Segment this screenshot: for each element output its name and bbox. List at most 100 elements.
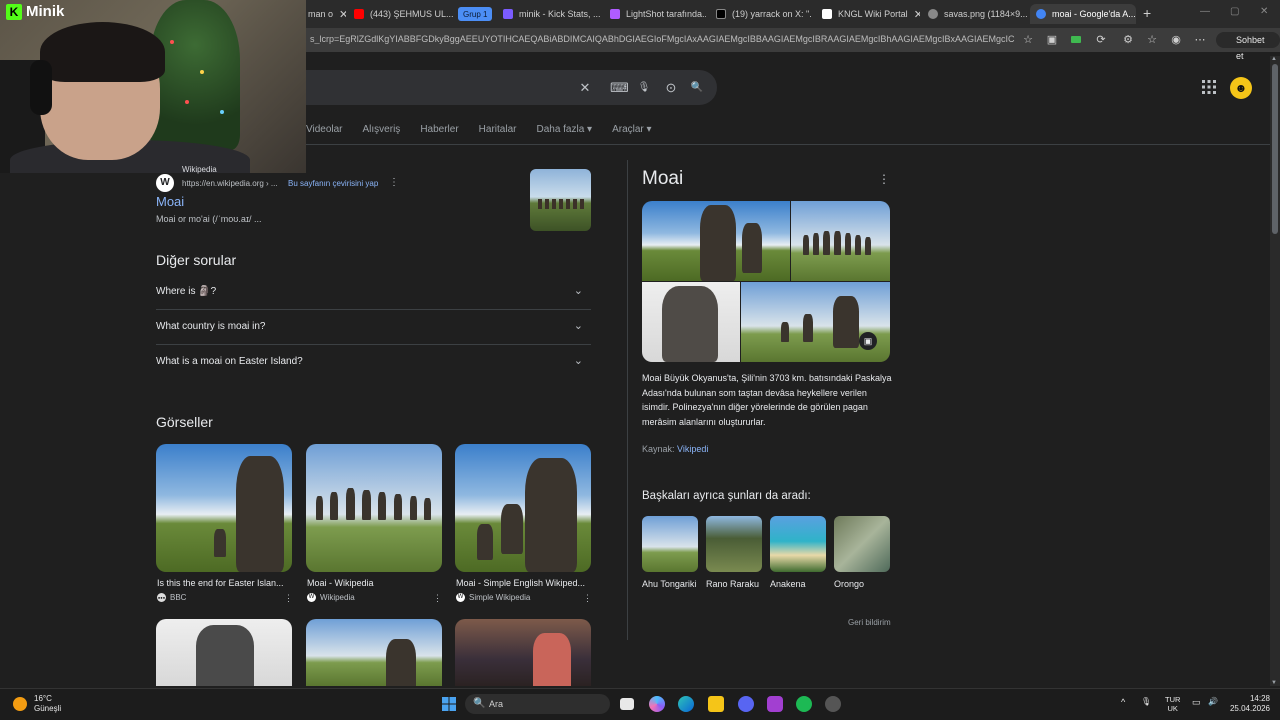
copilot-taskbar-icon[interactable] (649, 696, 665, 712)
clear-icon[interactable]: ✕ (577, 80, 593, 96)
search-icon[interactable]: 🔍 (689, 80, 705, 96)
faq-item[interactable]: What country is moai in? ⌄ (156, 310, 591, 345)
image-result[interactable] (306, 619, 442, 686)
headset-image (30, 60, 52, 115)
kp-source-link[interactable]: Vikipedi (677, 444, 708, 454)
translate-link[interactable]: Bu sayfanın çevirisini yap (288, 179, 378, 188)
minimize-button[interactable]: — (1200, 6, 1210, 17)
page-scrollbar[interactable]: ▲ ▼ (1270, 56, 1280, 686)
kp-image[interactable] (642, 282, 740, 362)
url-field[interactable]: s_lcrp=EgRlZGdlKgYIABBFGDkyBggAEEUYOTIHC… (310, 34, 1015, 44)
moai-figure (845, 233, 851, 255)
image-more-icon[interactable]: ⋮ (284, 593, 293, 604)
spotify-icon[interactable] (796, 696, 812, 712)
new-tab-button[interactable]: + (1143, 5, 1151, 21)
collections-icon[interactable]: ☆ (1145, 33, 1159, 47)
result-more-icon[interactable]: ⋮ (389, 177, 399, 188)
scroll-up-icon[interactable]: ▲ (1271, 56, 1277, 62)
tab-news[interactable]: Haberler (420, 124, 458, 138)
tab-2[interactable]: minik - Kick Stats, ... ✕ (497, 4, 602, 24)
tab-more[interactable]: Daha fazla ▾ (536, 124, 592, 138)
file-explorer-icon[interactable] (708, 696, 724, 712)
tab-maps[interactable]: Haritalar (479, 124, 517, 138)
tab-5[interactable]: KNGL Wiki Portal ✕ (816, 4, 920, 24)
tab-1[interactable]: (443) ŞEHMUS UL... ✕ (348, 4, 454, 24)
language-indicator[interactable]: TUR UK (1165, 695, 1180, 713)
related-item[interactable]: Anakena (770, 516, 826, 590)
edge-icon[interactable] (678, 696, 694, 712)
keyboard-icon[interactable]: ⌨ (610, 80, 629, 96)
tab-group-chip[interactable]: Grup 1 (458, 7, 493, 21)
faq-item[interactable]: Where is 🗿? ⌄ (156, 275, 591, 310)
network-icon[interactable]: ▭ (1192, 697, 1201, 708)
tab-3[interactable]: LightShot tarafında... ✕ (604, 4, 706, 24)
image-more-icon[interactable]: ⋮ (583, 593, 592, 604)
lens-icon[interactable]: ⊙ (663, 80, 679, 96)
tab-tools[interactable]: Araçlar ▾ (612, 124, 651, 138)
kp-image[interactable] (642, 201, 790, 281)
tab-0[interactable]: man o ✕ (302, 4, 346, 24)
search-input[interactable]: ✕ ⌨ 🎙 ⊙ 🔍 (306, 70, 717, 105)
system-clock[interactable]: 14:28 25.04.2026 (1226, 694, 1270, 714)
tab-4[interactable]: (19) yarrack on X: "... ✕ (710, 4, 812, 24)
streamer-name: Minik (26, 3, 65, 20)
related-label: Ahu Tongariki (642, 579, 697, 589)
feedback-link[interactable]: Geri bildirim (848, 618, 891, 627)
microphone-icon[interactable]: 🎙 (636, 80, 652, 96)
account-avatar[interactable]: ☻ (1230, 77, 1252, 99)
discord-icon[interactable] (738, 696, 754, 712)
weather-sun-icon[interactable] (13, 697, 27, 711)
battery-extension-icon[interactable] (1069, 33, 1083, 47)
settings-extension-icon[interactable]: ⚙ (1121, 33, 1135, 47)
app-icon[interactable] (767, 696, 783, 712)
weather-widget[interactable]: 16°C Güneşli (34, 694, 61, 714)
faq-question: Where is 🗿? (156, 286, 217, 297)
gallery-icon[interactable]: ▣ (859, 332, 877, 350)
favorite-star-icon[interactable]: ☆ (1021, 33, 1035, 47)
image-result[interactable] (156, 444, 292, 572)
tab-6[interactable]: savas.png (1184×9... ✕ (922, 4, 1028, 24)
chat-button[interactable]: Sohbet et (1216, 32, 1280, 61)
image-result[interactable] (455, 619, 591, 686)
image-result[interactable] (306, 444, 442, 572)
image-more-icon[interactable]: ⋮ (433, 593, 442, 604)
microphone-tray-icon[interactable]: 🎙 (1141, 697, 1151, 706)
extension-icon[interactable]: ▣ (1045, 33, 1059, 47)
close-icon[interactable]: ✕ (908, 8, 920, 21)
refresh-extension-icon[interactable]: ⟳ (1094, 33, 1108, 47)
result-thumbnail[interactable] (530, 169, 591, 231)
image-result[interactable] (455, 444, 591, 572)
apps-grid-icon[interactable] (1202, 80, 1216, 97)
windows-start-icon[interactable] (441, 696, 457, 712)
result-title-link[interactable]: Moai (156, 194, 184, 209)
settings-icon[interactable] (825, 696, 841, 712)
image-caption[interactable]: Is this the end for Easter Islan... (157, 578, 293, 588)
volume-icon[interactable]: 🔊 (1208, 697, 1218, 706)
kp-more-icon[interactable]: ⋮ (878, 172, 890, 186)
related-item[interactable]: Ahu Tongariki (642, 516, 698, 590)
moai-figure (386, 639, 416, 686)
tab-7-active[interactable]: moai - Google'da A... ✕ (1030, 4, 1136, 24)
window-close-button[interactable]: ✕ (1260, 6, 1268, 17)
kp-image[interactable] (791, 201, 890, 281)
scrollbar-thumb[interactable] (1272, 64, 1278, 234)
close-icon[interactable]: ✕ (601, 8, 602, 21)
maximize-button[interactable]: ▢ (1230, 6, 1239, 17)
result-url[interactable]: https://en.wikipedia.org › ... (182, 179, 278, 188)
faq-item[interactable]: What is a moai on Easter Island? ⌄ (156, 345, 591, 380)
image-caption[interactable]: Moai - Wikipedia (307, 578, 443, 588)
related-item[interactable]: Rano Raraku (706, 516, 762, 590)
tab-shopping[interactable]: Alışveriş (363, 124, 401, 138)
kp-image[interactable]: ▣ (741, 282, 890, 362)
related-item[interactable]: Orongo (834, 516, 890, 590)
close-icon[interactable]: ✕ (333, 8, 346, 21)
tray-overflow-icon[interactable]: ^ (1121, 697, 1125, 707)
image-result[interactable] (156, 619, 292, 686)
image-caption[interactable]: Moai - Simple English Wikiped... (456, 578, 592, 588)
more-menu-icon[interactable]: ⋯ (1193, 33, 1207, 47)
tab-videos[interactable]: Videolar (306, 124, 343, 138)
profile-icon[interactable]: ◉ (1169, 33, 1183, 47)
scroll-down-icon[interactable]: ▼ (1271, 680, 1277, 686)
task-view-icon[interactable] (620, 698, 634, 710)
taskbar-search[interactable]: 🔍 Ara (465, 694, 610, 714)
